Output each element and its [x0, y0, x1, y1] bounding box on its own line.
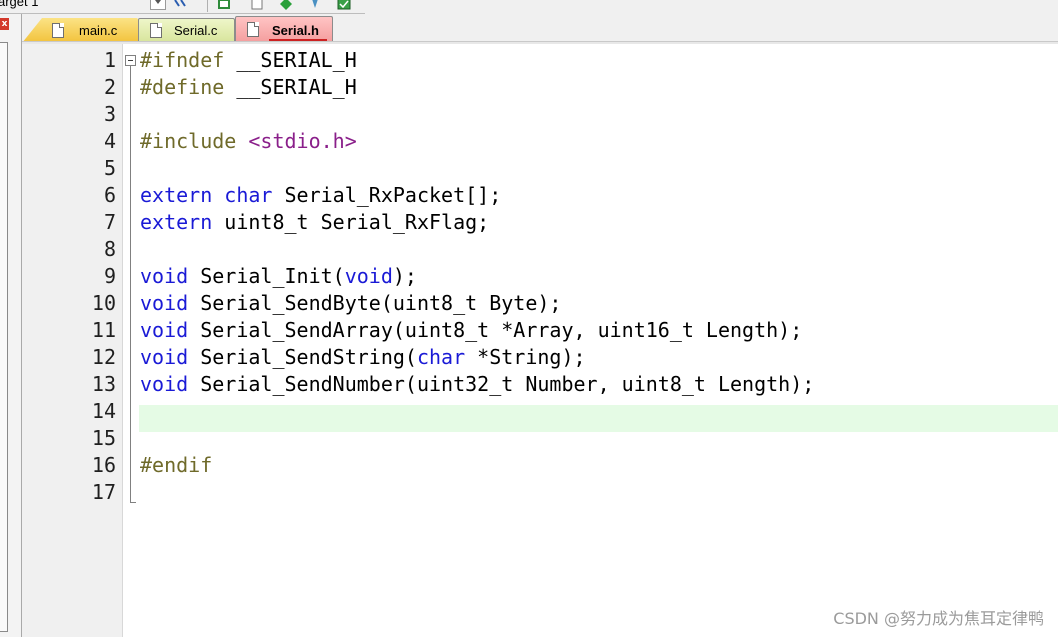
panel-close-icon[interactable]: x: [0, 18, 9, 30]
code-editor[interactable]: 1 #ifndef __SERIAL_H 2 #define __SERIAL_H 3 4…: [22, 44, 1058, 637]
target-dropdown-arrow-icon[interactable]: [150, 0, 166, 10]
code-token: Serial_SendArray(uint8_t *Array, uint16_…: [188, 318, 803, 342]
keyword-token: void: [140, 372, 189, 396]
code-token: );: [392, 264, 417, 288]
code-text[interactable]: #include <stdio.h>: [140, 128, 357, 155]
code-line[interactable]: 7 extern uint8_t Serial_RxFlag;: [22, 209, 1058, 236]
code-text[interactable]: #endif: [140, 452, 212, 479]
panel-scroll-edge[interactable]: [0, 42, 8, 632]
keyword-token: void: [140, 318, 189, 342]
project-panel-edge: x: [0, 14, 22, 637]
keyword-token: void: [344, 264, 393, 288]
code-line[interactable]: 15: [22, 425, 1058, 452]
keyword-token: void: [140, 264, 189, 288]
toolbar: arget 1: [0, 0, 1058, 14]
line-number: 16: [91, 453, 116, 477]
image-check-icon[interactable]: [337, 0, 351, 10]
code-text[interactable]: extern char Serial_RxPacket[];: [140, 182, 501, 209]
line-number: 7: [103, 210, 116, 234]
tab-label: Serial.h: [272, 23, 319, 38]
code-token: __SERIAL_H: [224, 75, 357, 99]
c-file-icon: [150, 23, 162, 38]
keyword-token: char: [416, 345, 466, 369]
code-text[interactable]: void Serial_SendArray(uint8_t *Array, ui…: [140, 317, 802, 344]
manage-components-icon[interactable]: [173, 0, 187, 10]
tab-serial-c[interactable]: Serial.c: [138, 18, 235, 43]
pin-icon[interactable]: [308, 0, 322, 10]
watermark-text: CSDN @努力成为焦耳定律鸭: [833, 609, 1044, 628]
preprocessor-token: #include: [140, 129, 237, 153]
code-line[interactable]: 12 void Serial_SendString(char *String);: [22, 344, 1058, 371]
preprocessor-token: #define: [140, 75, 225, 99]
blank-page-icon[interactable]: [250, 0, 264, 10]
tab-label: Serial.c: [174, 23, 218, 38]
code-line[interactable]: 14: [22, 398, 1058, 425]
tab-serial-h[interactable]: Serial.h: [235, 16, 333, 44]
code-token: Serial_Init(: [188, 264, 345, 288]
code-line[interactable]: 16 #endif: [22, 452, 1058, 479]
code-line[interactable]: 9 void Serial_Init(void);: [22, 263, 1058, 290]
line-number: 14: [91, 399, 116, 423]
line-number: 17: [91, 480, 116, 504]
code-token: Serial_SendNumber(uint32_t Number, uint8…: [188, 372, 815, 396]
code-text[interactable]: void Serial_SendNumber(uint32_t Number, …: [140, 371, 814, 398]
target-select-label[interactable]: arget 1: [0, 0, 38, 9]
line-number: 12: [91, 345, 116, 369]
line-number: 6: [103, 183, 116, 207]
line-number: 13: [91, 372, 116, 396]
tab-main-c[interactable]: main.c: [22, 18, 138, 43]
line-number: 10: [91, 291, 116, 315]
include-path-token: <stdio.h>: [248, 129, 357, 153]
line-number: 11: [91, 318, 116, 342]
green-diamond-icon[interactable]: [279, 0, 293, 10]
code-line[interactable]: 10 void Serial_SendByte(uint8_t Byte);: [22, 290, 1058, 317]
tab-label: main.c: [79, 23, 118, 38]
code-token: Serial_SendString(: [188, 345, 417, 369]
code-line[interactable]: 13 void Serial_SendNumber(uint32_t Number…: [22, 371, 1058, 398]
code-line[interactable]: 3: [22, 101, 1058, 128]
code-text[interactable]: #define __SERIAL_H: [140, 74, 357, 101]
line-number: 3: [103, 102, 116, 126]
code-token: uint8_t Serial_RxFlag;: [212, 210, 490, 234]
h-file-icon: [247, 22, 259, 37]
line-number: 4: [103, 129, 116, 153]
code-line[interactable]: 6 extern char Serial_RxPacket[];: [22, 182, 1058, 209]
keyword-token: void: [140, 345, 189, 369]
code-line[interactable]: 8: [22, 236, 1058, 263]
line-number: 2: [103, 75, 116, 99]
code-text[interactable]: #ifndef __SERIAL_H: [140, 47, 357, 74]
code-token: Serial_RxPacket[];: [272, 183, 502, 207]
code-text[interactable]: void Serial_Init(void);: [140, 263, 417, 290]
code-line[interactable]: 5: [22, 155, 1058, 182]
code-text[interactable]: void Serial_SendString(char *String);: [140, 344, 586, 371]
preprocessor-token: #ifndef: [140, 48, 225, 72]
editor-tab-strip: main.c Serial.c Serial.h: [22, 14, 1058, 44]
code-token: __SERIAL_H: [224, 48, 357, 72]
code-line[interactable]: 17: [22, 479, 1058, 506]
code-token: *String);: [465, 345, 586, 369]
code-text[interactable]: extern uint8_t Serial_RxFlag;: [140, 209, 489, 236]
keyword-token: extern: [140, 183, 213, 207]
code-line[interactable]: 4 #include <stdio.h>: [22, 128, 1058, 155]
line-number: 5: [103, 156, 116, 180]
line-number: 15: [91, 426, 116, 450]
code-text[interactable]: void Serial_SendByte(uint8_t Byte);: [140, 290, 561, 317]
keyword-token: void: [140, 291, 189, 315]
line-number: 9: [103, 264, 116, 288]
code-line[interactable]: 1 #ifndef __SERIAL_H: [22, 47, 1058, 74]
project-window-icon[interactable]: [217, 0, 231, 10]
toolbar-separator: [207, 0, 208, 12]
keyword-token: extern: [140, 210, 213, 234]
code-token: Serial_SendByte(uint8_t Byte);: [188, 291, 562, 315]
code-line[interactable]: 11 void Serial_SendArray(uint8_t *Array, …: [22, 317, 1058, 344]
preprocessor-token: #endif: [140, 453, 213, 477]
keyword-token: char: [224, 183, 273, 207]
c-file-icon: [52, 23, 64, 38]
line-number: 1: [103, 48, 116, 72]
code-line[interactable]: 2 #define __SERIAL_H: [22, 74, 1058, 101]
line-number: 8: [103, 237, 116, 261]
